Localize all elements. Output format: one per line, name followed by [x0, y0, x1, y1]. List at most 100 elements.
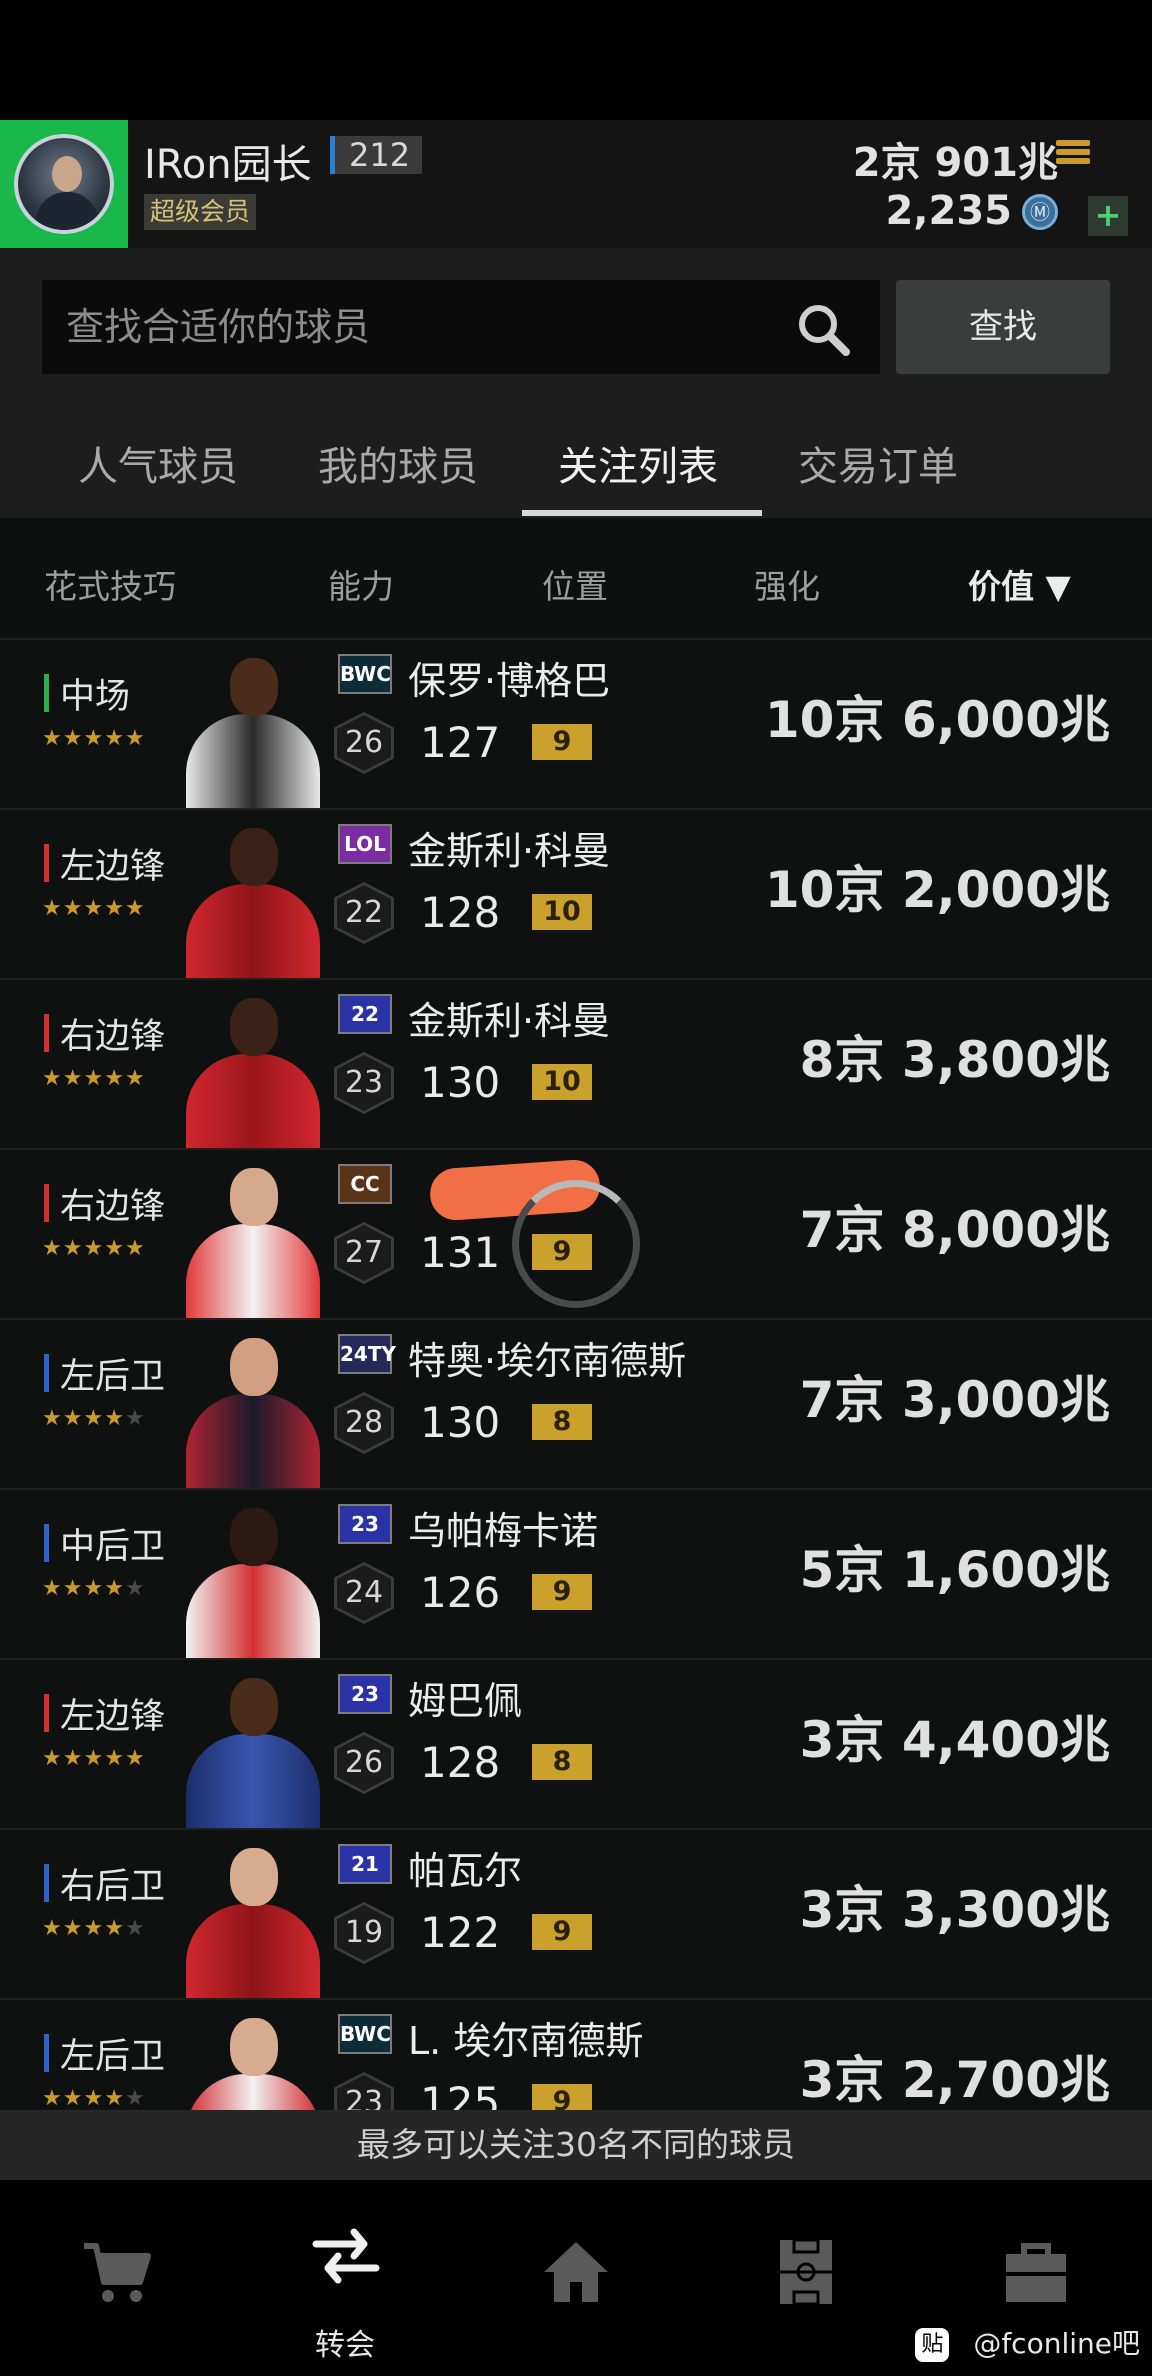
player-value: 7京 8,000兆: [799, 1201, 1110, 1259]
avatar-frame[interactable]: [0, 120, 128, 248]
nav-home[interactable]: [460, 2180, 690, 2376]
search-button[interactable]: 查找: [896, 280, 1110, 374]
tab-popular[interactable]: 人气球员: [78, 434, 238, 492]
m-coin-icon: Ⓜ: [1022, 194, 1058, 230]
player-portrait: [178, 988, 328, 1148]
player-level: 24: [337, 1565, 391, 1621]
nav-transfer[interactable]: 转会: [230, 2180, 460, 2376]
player-ovr: 130: [420, 1058, 501, 1107]
player-ovr: 127: [420, 718, 501, 767]
player-position: 中后卫: [60, 1527, 166, 1567]
player-row[interactable]: 左后卫 ★★★★★ 24TY 特奥·埃尔南德斯 28 130 8 7京 3,000兆: [0, 1318, 1152, 1488]
player-portrait: [178, 1328, 328, 1488]
player-name: 乌帕梅卡诺: [408, 1509, 599, 1553]
tieba-logo-icon: 贴: [915, 2328, 950, 2362]
skill-stars: ★★★★★: [42, 896, 146, 921]
player-level-hex: 24: [334, 1562, 394, 1624]
season-badge: CC: [338, 1164, 392, 1204]
profile-header: IRon园长 212 超级会员 2京 901兆 2,235 Ⓜ +: [0, 120, 1152, 248]
fc-balance: 2,235: [885, 188, 1012, 234]
player-portrait: [178, 1498, 328, 1658]
player-row[interactable]: 左边锋 ★★★★★ LOL 金斯利·科曼 22 128 10 10京 2,000兆: [0, 808, 1152, 978]
player-row[interactable]: 右后卫 ★★★★★ 21 帕瓦尔 19 122 9 3京 3,300兆: [0, 1828, 1152, 1998]
player-level-hex: 19: [334, 1902, 394, 1964]
cart-icon: [84, 2243, 151, 2302]
skill-stars: ★★★★★: [42, 726, 146, 751]
nav-squad[interactable]: [690, 2180, 920, 2376]
pitch-icon: [780, 2238, 832, 2306]
gold-coin-icon: [1056, 140, 1090, 168]
player-ovr: 122: [420, 1908, 501, 1957]
player-portrait: [178, 1668, 328, 1828]
status-bar: [0, 0, 1152, 120]
tab-my-players[interactable]: 我的球员: [318, 434, 478, 492]
column-headers: 花式技巧 能力 位置 强化 价值 ▼: [0, 518, 1152, 638]
player-level-hex: 26: [334, 712, 394, 774]
active-tab-indicator: [522, 510, 762, 516]
player-name: 保罗·博格巴: [408, 659, 611, 703]
player-row[interactable]: 左后卫 ★★★★★ BWC L. 埃尔南德斯 23 125 9 3京 2,700兆: [0, 1998, 1152, 2110]
player-level: 28: [337, 1395, 391, 1451]
tab-trade-orders[interactable]: 交易订单: [798, 434, 958, 492]
player-row[interactable]: 中场 ★★★★★ BWC 保罗·博格巴 26 127 9 10京 6,000兆: [0, 638, 1152, 808]
player-value: 3京 3,300兆: [799, 1881, 1110, 1939]
season-badge: 24TY: [338, 1334, 396, 1374]
enhance-grade-badge: 8: [532, 1404, 592, 1440]
column-value-sort[interactable]: 价值 ▼: [968, 560, 1071, 608]
player-ovr: 128: [420, 1738, 501, 1787]
player-position: 左边锋: [60, 1697, 166, 1737]
player-name: 帕瓦尔: [408, 1849, 523, 1893]
season-badge: 23: [338, 1504, 392, 1544]
player-name: 特奥·埃尔南德斯: [408, 1339, 687, 1383]
bp-balance: 2京 901兆: [852, 140, 1058, 186]
column-enhance[interactable]: 强化: [754, 560, 820, 608]
skill-stars: ★★★★★: [42, 1916, 146, 1941]
position-color-bar: [44, 1354, 49, 1392]
player-value: 8京 3,800兆: [799, 1031, 1110, 1089]
player-level: 22: [337, 885, 391, 941]
player-position: 右边锋: [60, 1187, 166, 1227]
nav-shop[interactable]: [0, 2180, 230, 2376]
player-level-hex: 23: [334, 1052, 394, 1114]
player-row[interactable]: 左边锋 ★★★★★ 23 姆巴佩 26 128 8 3京 4,400兆: [0, 1658, 1152, 1828]
player-name: 姆巴佩: [408, 1679, 523, 1723]
player-position: 右后卫: [60, 1867, 166, 1907]
position-color-bar: [44, 1184, 49, 1222]
player-portrait: [178, 2008, 328, 2110]
enhance-grade-badge: 9: [532, 724, 592, 760]
player-value: 10京 6,000兆: [764, 691, 1110, 749]
column-position[interactable]: 位置: [542, 560, 608, 608]
player-value: 3京 2,700兆: [799, 2051, 1110, 2109]
player-level: 19: [337, 1905, 391, 1961]
player-position: 左边锋: [60, 847, 166, 887]
watchlist: 中场 ★★★★★ BWC 保罗·博格巴 26 127 9 10京 6,000兆 左边锋 ★★★★…: [0, 638, 1152, 2110]
skill-stars: ★★★★★: [42, 2086, 146, 2110]
player-level-hex: 22: [334, 882, 394, 944]
nav-transfer-label: 转会: [315, 2328, 375, 2363]
player-value: 5京 1,600兆: [799, 1541, 1110, 1599]
watermark-text: @fconline吧: [973, 2327, 1140, 2360]
position-color-bar: [44, 674, 49, 712]
player-value: 3京 4,400兆: [799, 1711, 1110, 1769]
bag-icon: [1006, 2243, 1066, 2302]
season-badge: BWC: [338, 2014, 392, 2054]
watchlist-limit-notice: 最多可以关注30名不同的球员: [0, 2110, 1152, 2180]
tab-watchlist[interactable]: 关注列表: [558, 434, 718, 492]
column-skill[interactable]: 花式技巧: [44, 560, 176, 608]
player-row[interactable]: 右边锋 ★★★★★ CC 27 131 9 7京 8,000兆: [0, 1148, 1152, 1318]
player-row[interactable]: 中后卫 ★★★★★ 23 乌帕梅卡诺 24 126 9 5京 1,600兆: [0, 1488, 1152, 1658]
home-icon: [544, 2242, 608, 2302]
column-ability[interactable]: 能力: [328, 560, 394, 608]
add-currency-button[interactable]: +: [1088, 196, 1128, 236]
player-ovr: 128: [420, 888, 501, 937]
search-area: 查找: [0, 248, 1152, 402]
search-input[interactable]: [42, 280, 880, 374]
player-row[interactable]: 右边锋 ★★★★★ 22 金斯利·科曼 23 130 10 8京 3,800兆: [0, 978, 1152, 1148]
player-position: 右边锋: [60, 1017, 166, 1057]
tab-bar: 人气球员 我的球员 关注列表 交易订单: [0, 402, 1152, 518]
vip-badge: 超级会员: [144, 194, 257, 230]
season-badge: 21: [338, 1844, 392, 1884]
avatar: [14, 134, 114, 234]
skill-stars: ★★★★★: [42, 1066, 146, 1091]
search-icon[interactable]: [794, 300, 854, 360]
